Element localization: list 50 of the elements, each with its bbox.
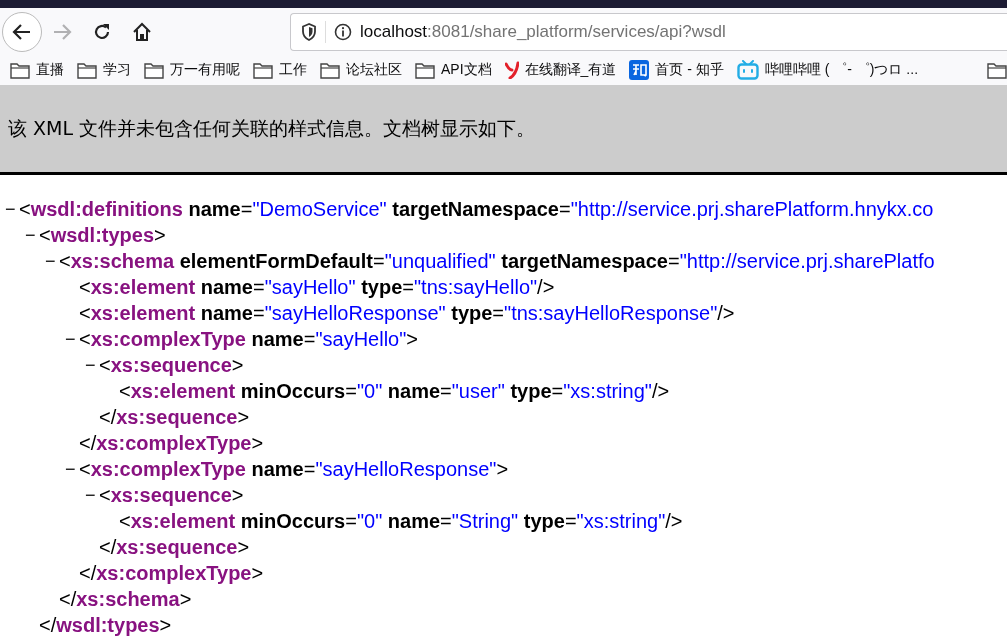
xml-tag-line: <xs:element minOccurs="0" name="String" type="xs:string"/> bbox=[119, 509, 683, 533]
info-icon[interactable] bbox=[334, 22, 352, 41]
folder-icon bbox=[10, 61, 30, 79]
xml-tag-line: <wsdl:types> bbox=[39, 223, 166, 247]
xml-tag-line: <xs:sequence> bbox=[99, 353, 244, 377]
bookmark-item[interactable]: 学习 bbox=[77, 59, 131, 81]
home-icon bbox=[132, 21, 152, 42]
collapse-toggle[interactable]: − bbox=[65, 458, 79, 480]
xml-tag-line: </xs:sequence> bbox=[99, 405, 250, 429]
xml-tag-line: <xs:complexType name="sayHelloResponse"> bbox=[79, 457, 509, 481]
xml-tag-line: <xs:sequence> bbox=[99, 483, 244, 507]
xml-tag-line: <xs:complexType name="sayHello"> bbox=[79, 327, 419, 351]
reload-icon bbox=[92, 21, 112, 42]
tv-logo-icon bbox=[736, 60, 759, 80]
collapse-toggle[interactable]: − bbox=[5, 198, 19, 220]
collapse-toggle[interactable]: − bbox=[85, 354, 99, 376]
xml-tag-line: </xs:sequence> bbox=[99, 535, 250, 559]
bookmark-item[interactable]: 工作 bbox=[253, 59, 307, 81]
xml-tag-line: <wsdl:definitions name="DemoService" targetNamespace="http://service.prj.sharePlatform.hnykx.co bbox=[19, 197, 934, 221]
xml-tag-line: </xs:schema> bbox=[59, 587, 192, 611]
xml-tag-line: <xs:element name="sayHello" type="tns:sayHello"/> bbox=[79, 275, 555, 299]
bookmark-item[interactable]: 哔哩哔哩 ( ゜- ゜)つロ ... bbox=[736, 58, 919, 82]
folder-icon bbox=[253, 61, 273, 79]
back-button[interactable] bbox=[2, 11, 42, 52]
xml-tag-line: <xs:schema elementFormDefault="unqualified" targetNamespace="http://service.prj.sharePlatfo bbox=[59, 249, 935, 273]
bookmark-item[interactable]: 在线翻译_有道 bbox=[504, 59, 617, 81]
xml-tag-line: </xs:complexType> bbox=[79, 431, 264, 455]
folder-icon bbox=[77, 61, 97, 79]
bookmark-item[interactable]: 论坛社区 bbox=[320, 59, 402, 81]
collapse-toggle[interactable]: − bbox=[65, 328, 79, 350]
square-logo-icon bbox=[629, 60, 650, 80]
collapse-toggle[interactable]: − bbox=[45, 250, 59, 272]
bookmark-item[interactable]: 首页 - 知乎 bbox=[629, 58, 724, 82]
xml-tag-line: </xs:complexType> bbox=[79, 561, 264, 585]
folder-icon bbox=[144, 61, 164, 79]
url-text: localhost:8081/share_platform/services/api?wsdl bbox=[360, 21, 726, 42]
address-bar[interactable]: localhost:8081/share_platform/services/api?wsdl bbox=[290, 12, 1007, 51]
collapse-toggle[interactable]: − bbox=[25, 224, 39, 246]
folder-icon bbox=[415, 61, 435, 79]
bookmark-item[interactable]: 直播 bbox=[10, 59, 64, 81]
xml-tag-line: </wsdl:types> bbox=[39, 613, 172, 637]
y-letter-logo-icon bbox=[504, 61, 519, 79]
bookmark-item[interactable]: API文档 bbox=[415, 59, 492, 81]
shield-icon bbox=[301, 22, 317, 41]
collapse-toggle[interactable]: − bbox=[85, 484, 99, 506]
bookmark-item[interactable]: 万一有用呢 bbox=[144, 59, 240, 81]
xml-tag-line: <xs:element name="sayHelloResponse" type="tns:sayHelloResponse"/> bbox=[79, 301, 735, 325]
folder-icon bbox=[320, 61, 340, 79]
xml-tag-line: <xs:element minOccurs="0" name="user" type="xs:string"/> bbox=[119, 379, 670, 403]
info-message: 该 XML 文件并未包含任何关联的样式信息。文档树显示如下。 bbox=[8, 115, 536, 141]
